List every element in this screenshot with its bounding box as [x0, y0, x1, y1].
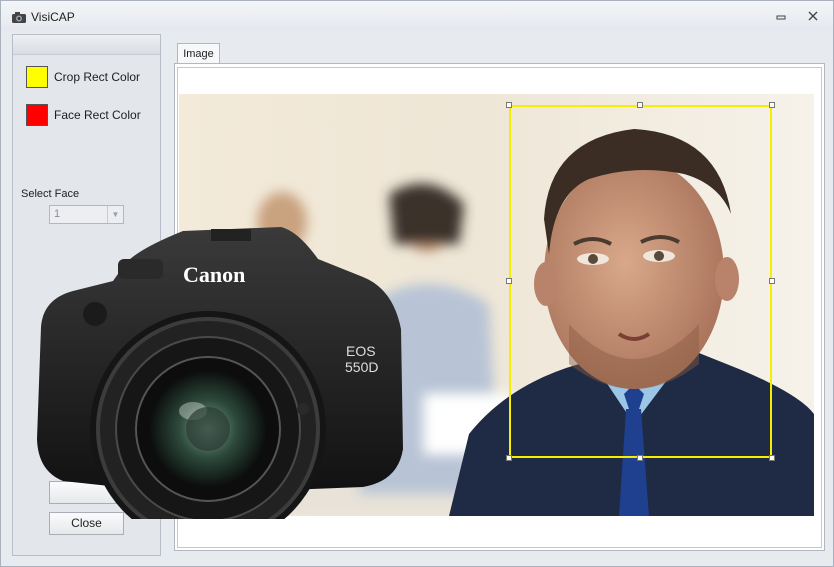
crop-rect-color-label: Crop Rect Color [54, 70, 141, 84]
crop-handle-bottom-right[interactable] [769, 455, 775, 461]
camera-model-line1: EOS [346, 343, 376, 359]
close-icon[interactable] [805, 10, 821, 24]
title-bar: VisiCAP [1, 1, 833, 31]
panel-header [13, 35, 160, 55]
crop-rect-color-swatch[interactable] [26, 66, 48, 88]
crop-rectangle[interactable] [509, 105, 772, 458]
crop-handle-mid-left[interactable] [506, 278, 512, 284]
crop-handle-mid-right[interactable] [769, 278, 775, 284]
select-face-label: Select Face [21, 188, 80, 200]
face-rect-color-swatch[interactable] [26, 104, 48, 126]
camera-model-line2: 550D [345, 359, 378, 375]
crop-handle-top-left[interactable] [506, 102, 512, 108]
camera-brand-text: Canon [183, 262, 245, 287]
crop-handle-top-mid[interactable] [637, 102, 643, 108]
face-rect-color-label: Face Rect Color [54, 108, 141, 122]
camera-logo-image: Canon EOS 550D [37, 227, 403, 519]
minimize-icon[interactable] [773, 10, 789, 24]
crop-handle-bottom-mid[interactable] [637, 455, 643, 461]
crop-handle-top-right[interactable] [769, 102, 775, 108]
app-window: VisiCAP Crop Rect Color Face Rect Color … [0, 0, 834, 567]
camera-icon [12, 12, 26, 23]
tab-image[interactable]: Image [177, 43, 220, 64]
crop-handle-bottom-left[interactable] [506, 455, 512, 461]
window-title: VisiCAP [31, 10, 75, 24]
